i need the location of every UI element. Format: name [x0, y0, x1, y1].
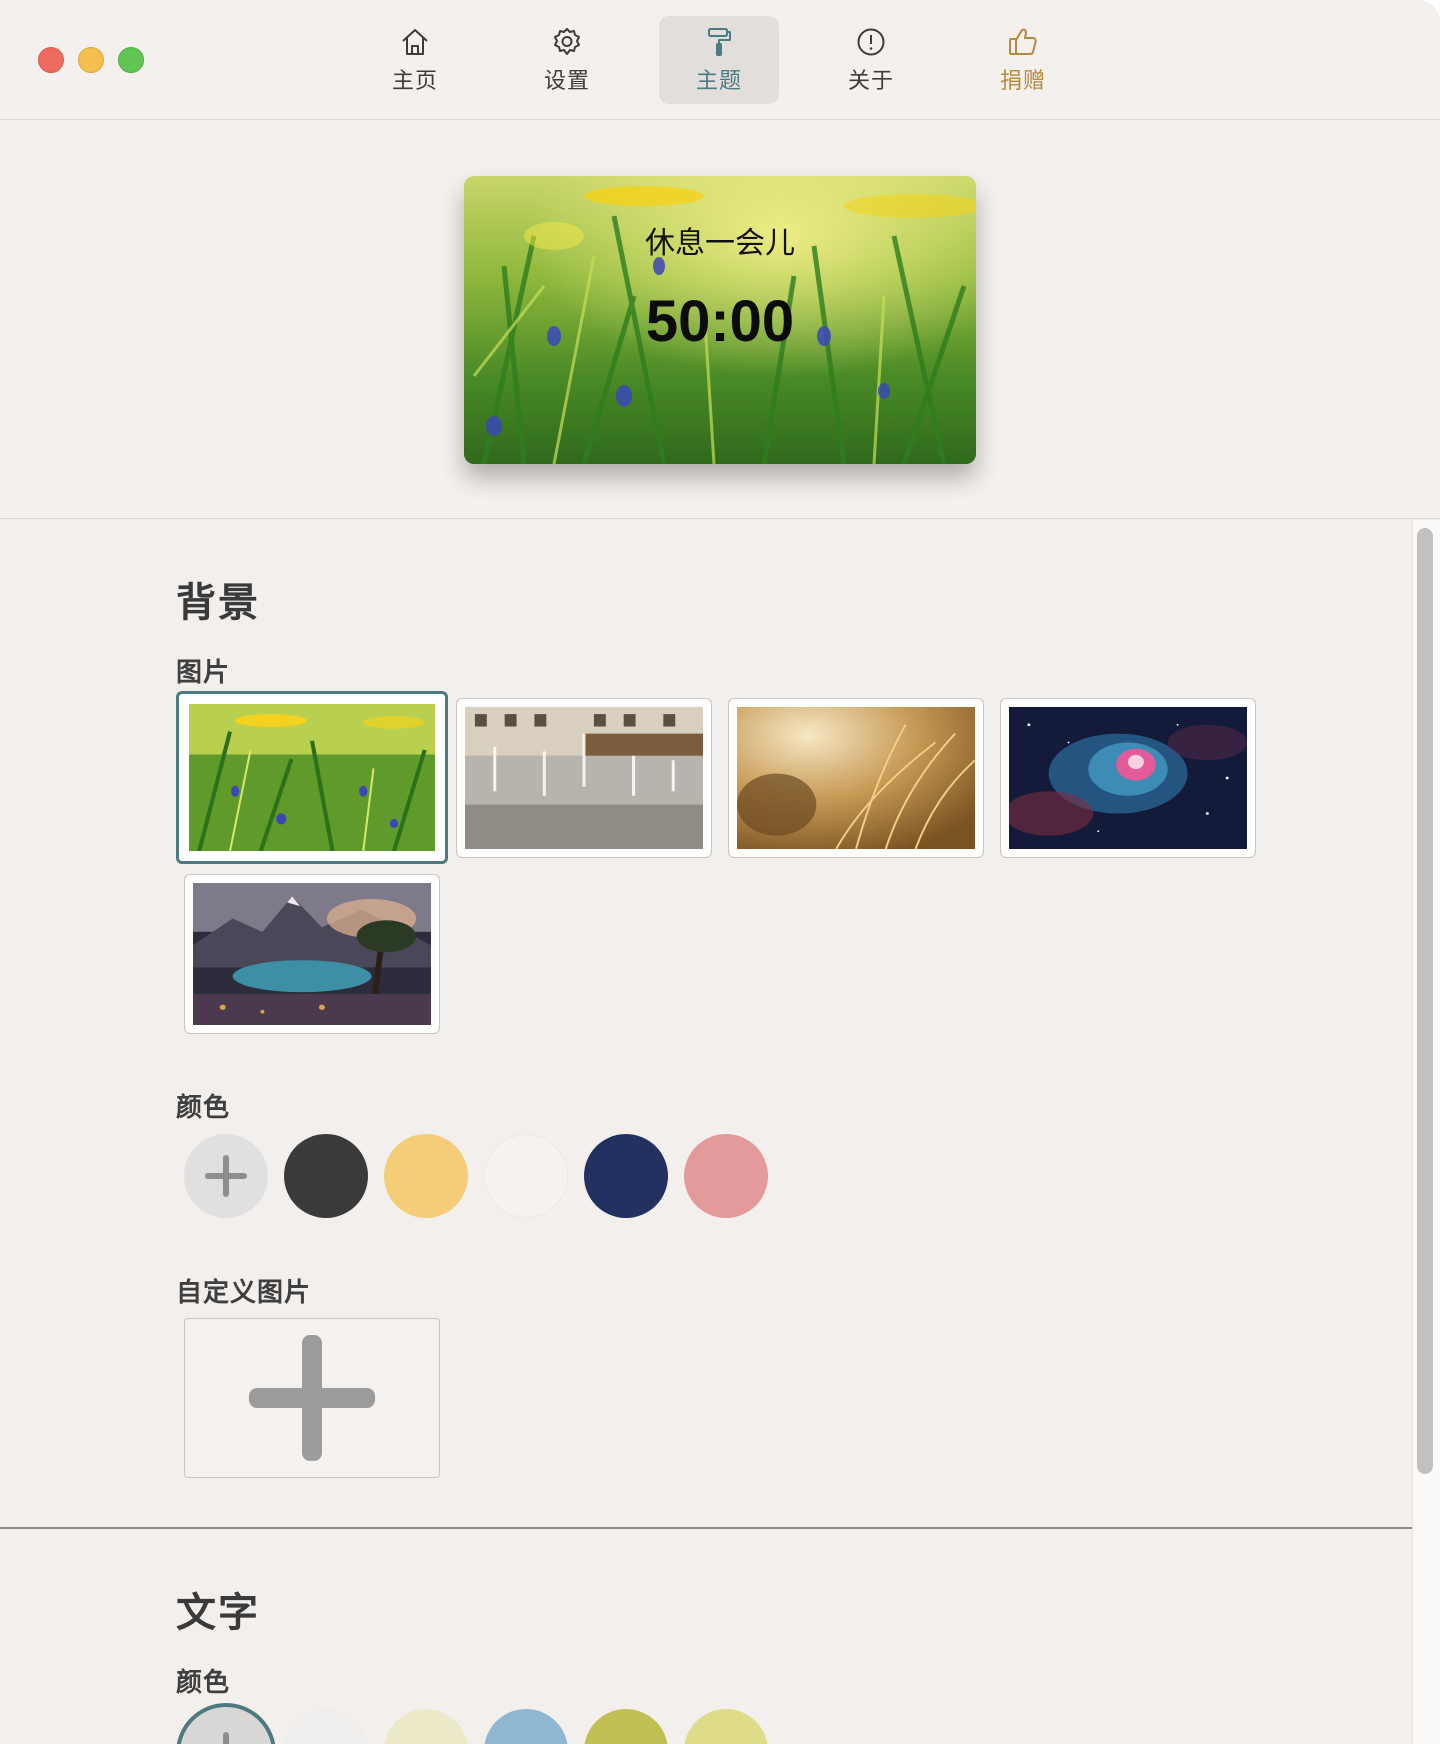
tab-settings-label: 设置: [543, 69, 590, 94]
background-section-heading: 背景: [176, 580, 260, 626]
add-custom-image-button[interactable]: [184, 1318, 440, 1478]
tab-donate-label: 捐赠: [999, 69, 1046, 94]
thumbs-up-icon: [1009, 28, 1037, 55]
tab-theme-label: 主题: [695, 69, 742, 94]
tab-donate[interactable]: 捐赠: [963, 16, 1083, 104]
background-image-fountain[interactable]: [456, 698, 712, 858]
preview-title: 休息一会儿: [645, 226, 795, 261]
background-images-label: 图片: [176, 658, 231, 688]
close-window-button[interactable]: [38, 47, 64, 73]
text-section-heading: 文字: [176, 1590, 260, 1636]
minimize-window-button[interactable]: [78, 47, 104, 73]
custom-image-label: 自定义图片: [176, 1278, 312, 1308]
tab-home-label: 主页: [391, 69, 438, 94]
text-colors-label: 颜色: [176, 1668, 231, 1698]
text-color-swatch[interactable]: [284, 1709, 368, 1744]
background-color-swatch[interactable]: [284, 1134, 368, 1218]
tab-settings[interactable]: 设置: [507, 16, 627, 104]
golden-grass-thumbnail: [737, 707, 975, 849]
meadow-thumbnail: [189, 704, 435, 851]
add-background-color-button[interactable]: [184, 1134, 268, 1218]
theme-preview-area: 休息一会儿 50:00: [0, 121, 1440, 519]
background-color-swatch[interactable]: [484, 1134, 568, 1218]
fountain-thumbnail: [465, 707, 703, 849]
text-color-swatch[interactable]: [384, 1709, 468, 1744]
toolbar: 主页 设置 主题 关于 捐赠: [0, 0, 1440, 120]
app-window: 主页 设置 主题 关于 捐赠 休息一会儿 50:00 背景 图片 颜色 自定义图…: [0, 0, 1440, 1744]
background-image-nebula[interactable]: [1000, 698, 1256, 858]
background-color-swatch[interactable]: [684, 1134, 768, 1218]
text-color-swatch[interactable]: [484, 1709, 568, 1744]
background-image-mountain-lake[interactable]: [184, 874, 440, 1034]
info-icon: [857, 28, 885, 56]
preview-countdown: 50:00: [645, 289, 795, 354]
settings-scroll-content: 背景 图片 颜色 自定义图片 文字 颜色: [0, 520, 1412, 1744]
tab-about[interactable]: 关于: [811, 16, 931, 104]
plus-icon: [205, 1155, 247, 1197]
text-color-swatch[interactable]: [684, 1709, 768, 1744]
background-color-swatch[interactable]: [384, 1134, 468, 1218]
text-color-swatch[interactable]: [584, 1709, 668, 1744]
tab-home[interactable]: 主页: [355, 16, 475, 104]
break-preview-card: 休息一会儿 50:00: [464, 176, 976, 464]
gear-icon: [554, 28, 580, 55]
background-colors-label: 颜色: [176, 1093, 231, 1123]
nebula-thumbnail: [1009, 707, 1247, 849]
background-image-golden-grass[interactable]: [728, 698, 984, 858]
plus-icon: [223, 1732, 229, 1744]
tab-theme[interactable]: 主题: [659, 16, 779, 104]
scrollbar-thumb[interactable]: [1417, 528, 1433, 1474]
background-image-meadow[interactable]: [176, 691, 448, 864]
home-icon: [402, 29, 428, 55]
add-text-color-button[interactable]: [176, 1703, 276, 1744]
section-divider: [0, 1527, 1412, 1529]
zoom-window-button[interactable]: [118, 47, 144, 73]
background-color-swatch[interactable]: [584, 1134, 668, 1218]
paint-roller-icon: [708, 28, 731, 56]
mountain-lake-thumbnail: [193, 883, 431, 1025]
plus-icon: [249, 1335, 375, 1461]
tab-about-label: 关于: [847, 69, 894, 94]
